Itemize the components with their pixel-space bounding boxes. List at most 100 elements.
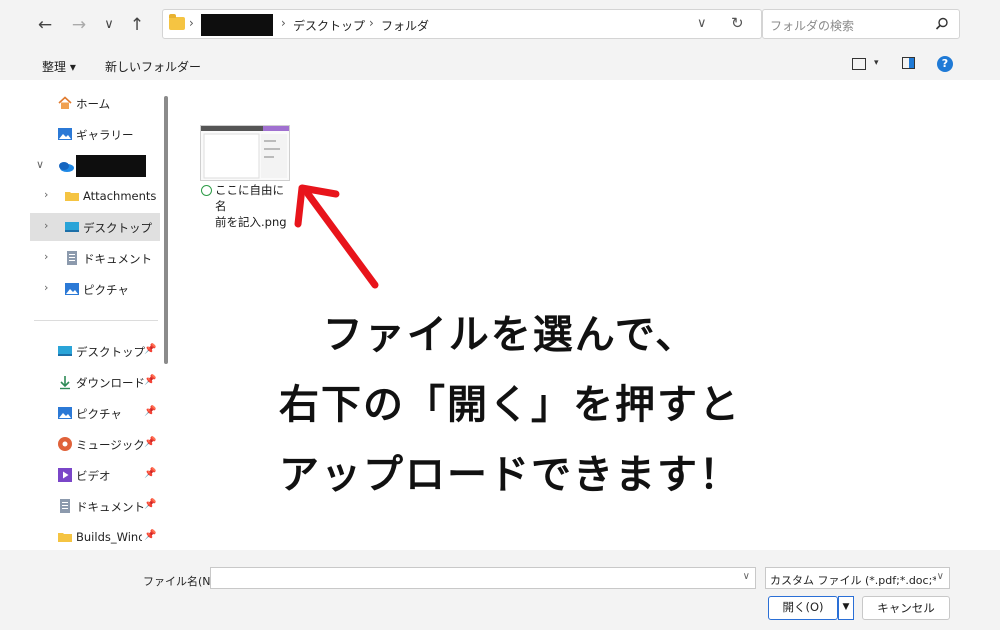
pin-icon[interactable]: 📌 (144, 344, 156, 355)
chevron-right-icon[interactable]: › (44, 250, 48, 263)
chevron-right-icon[interactable]: › (44, 281, 48, 294)
quick-access-builds-folder[interactable]: Builds_Windc 📌 (30, 523, 160, 551)
file-type-value: カスタム ファイル (*.pdf;*.doc;*.doc (770, 574, 936, 587)
help-icon[interactable]: ? (937, 56, 953, 72)
recent-locations-button[interactable]: ∨ (98, 14, 120, 36)
pin-icon[interactable]: 📌 (144, 499, 156, 510)
pictures-icon (64, 281, 80, 297)
sidebar-item-label: ビデオ (76, 469, 111, 483)
sidebar-item-label: Attachments (83, 189, 157, 203)
new-folder-button[interactable]: 新しいフォルダー (105, 58, 201, 75)
quick-access-videos[interactable]: ビデオ 📌 (30, 461, 160, 489)
sidebar-item-desktop[interactable]: › デスクトップ (30, 213, 160, 241)
filename-input[interactable]: ∨ (210, 567, 756, 589)
chevron-right-icon[interactable]: › (44, 219, 48, 232)
quick-access-downloads[interactable]: ダウンロード 📌 (30, 368, 160, 396)
annotation-line-3: アップロードできます！ (279, 452, 741, 498)
sidebar-item-label: ドキュメント (76, 500, 145, 514)
annotation-line-2: 右下の「開く」を押すと (279, 382, 741, 428)
caret-down-icon: ▼ (842, 602, 850, 612)
folder-icon (64, 188, 80, 204)
forward-arrow-icon: → (71, 15, 87, 35)
sidebar-item-pictures[interactable]: › ピクチャ (30, 275, 160, 303)
chevron-down-icon[interactable]: ▾ (874, 58, 879, 68)
folder-icon (57, 529, 73, 545)
sidebar-scrollbar[interactable] (164, 96, 168, 364)
quick-access-music[interactable]: ミュージック 📌 (30, 430, 160, 458)
pin-icon[interactable]: 📌 (144, 406, 156, 417)
sidebar-item-label: ホーム (76, 97, 111, 111)
redacted-breadcrumb[interactable] (201, 14, 273, 36)
sidebar-item-label: ダウンロード (76, 376, 145, 390)
sidebar-item-label: ドキュメント (83, 252, 152, 266)
pin-icon[interactable]: 📌 (144, 530, 156, 541)
sync-status-icon (201, 185, 212, 196)
gallery-icon (57, 126, 73, 142)
chevron-down-icon: ∨ (104, 17, 114, 32)
breadcrumb-folder[interactable]: フォルダ (381, 17, 429, 34)
pictures-icon (57, 405, 73, 421)
command-bar: 整理 ▾ 新しいフォルダー ▾ ? (0, 50, 1000, 80)
chevron-down-icon[interactable]: ∨ (36, 158, 44, 171)
navigation-pane: ホーム ギャラリー ∨ › Attachments › デスクトップ › ドキュ… (30, 82, 160, 550)
download-icon (57, 374, 73, 390)
open-button[interactable]: 開く(O) (768, 596, 838, 620)
sidebar-item-label: デスクトップ (83, 221, 152, 235)
chevron-right-icon[interactable]: › (44, 188, 48, 201)
file-type-select[interactable]: カスタム ファイル (*.pdf;*.doc;*.doc ∨ (765, 567, 950, 589)
sidebar-item-label: ミュージック (76, 438, 145, 452)
video-icon (57, 467, 73, 483)
onedrive-icon (57, 158, 74, 174)
refresh-icon: ↻ (731, 14, 744, 32)
file-name-line-1: ここに自由に名 (215, 183, 284, 213)
sidebar-item-onedrive[interactable]: ∨ (30, 152, 160, 180)
sidebar-item-attachments[interactable]: › Attachments (30, 182, 160, 210)
search-icon (935, 17, 949, 35)
chevron-down-icon: ∨ (697, 16, 707, 31)
sidebar-item-gallery[interactable]: ギャラリー (30, 120, 160, 148)
preview-pane-icon[interactable] (902, 57, 915, 69)
quick-access-documents[interactable]: ドキュメント 📌 (30, 492, 160, 520)
sidebar-item-home[interactable]: ホーム (30, 89, 160, 117)
file-thumbnail[interactable] (200, 125, 290, 181)
sidebar-item-label: ピクチャ (76, 407, 122, 421)
up-button[interactable]: ↑ (126, 14, 148, 36)
refresh-button[interactable]: ↻ (731, 14, 744, 32)
chevron-down-icon[interactable]: ∨ (743, 571, 750, 582)
open-options-button[interactable]: ▼ (838, 596, 854, 620)
search-input[interactable]: フォルダの検索 (770, 17, 854, 34)
breadcrumb-separator-icon: › (369, 16, 374, 30)
sidebar-item-label: ピクチャ (83, 283, 129, 297)
quick-access-desktop[interactable]: デスクトップ 📌 (30, 337, 160, 365)
cancel-button[interactable]: キャンセル (862, 596, 950, 620)
music-icon (57, 436, 73, 452)
address-field[interactable]: › › デスクトップ › フォルダ ∨ ↻ (162, 9, 762, 39)
back-button[interactable]: ← (34, 14, 56, 36)
quick-access-pictures[interactable]: ピクチャ 📌 (30, 399, 160, 427)
redacted-account-name (76, 155, 146, 177)
sidebar-item-documents[interactable]: › ドキュメント (30, 244, 160, 272)
breadcrumb-desktop[interactable]: デスクトップ (293, 17, 365, 34)
pin-icon[interactable]: 📌 (144, 437, 156, 448)
search-box[interactable]: フォルダの検索 (762, 9, 960, 39)
file-name-label[interactable]: ここに自由に名 前を記入.png (215, 182, 295, 230)
home-icon (57, 95, 73, 111)
up-arrow-icon: ↑ (129, 15, 145, 35)
view-options-icon[interactable] (852, 58, 866, 70)
back-arrow-icon: ← (37, 15, 53, 35)
address-dropdown-button[interactable]: ∨ (697, 16, 707, 31)
pin-icon[interactable]: 📌 (144, 375, 156, 386)
filename-label: ファイル名(N): (143, 575, 219, 588)
desktop-icon (64, 219, 80, 235)
desktop-icon (57, 343, 73, 359)
folder-icon (169, 14, 185, 30)
forward-button[interactable]: → (68, 14, 90, 36)
red-arrow-icon (294, 184, 379, 289)
chevron-down-icon: ∨ (936, 571, 944, 582)
organize-menu-button[interactable]: 整理 ▾ (42, 58, 76, 75)
pin-icon[interactable]: 📌 (144, 468, 156, 479)
documents-icon (64, 250, 80, 266)
documents-icon (57, 498, 73, 514)
sidebar-item-label: Builds_Windc (76, 530, 142, 544)
file-name-line-2: 前を記入.png (215, 215, 287, 229)
